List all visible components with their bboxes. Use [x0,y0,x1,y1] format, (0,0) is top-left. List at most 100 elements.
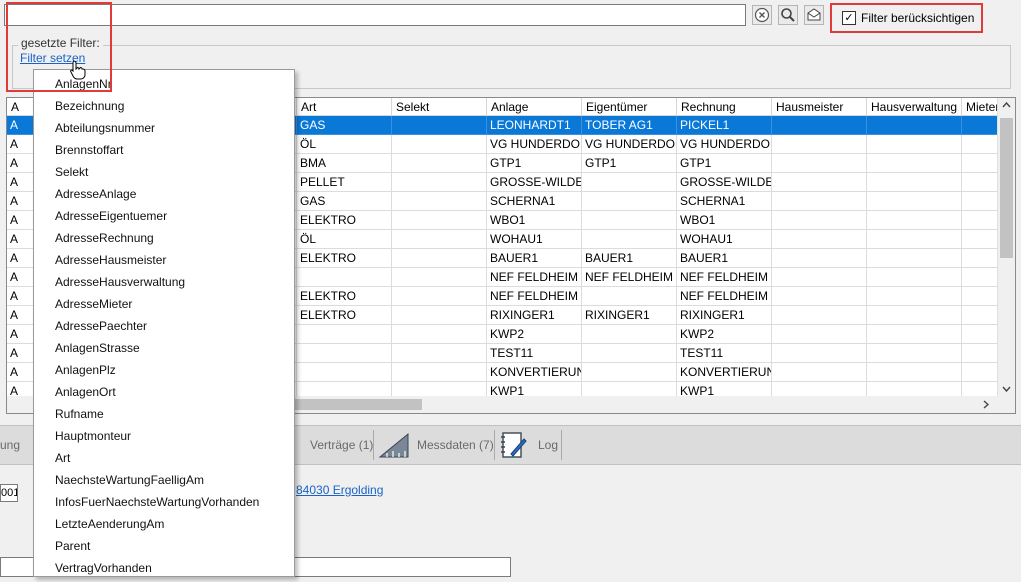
menu-item[interactable]: AdressePaechter [55,315,147,337]
table-cell-hausmeister[interactable] [772,363,867,382]
table-cell-anlage[interactable]: WBO1 [487,211,582,230]
menu-item[interactable]: InfosFuerNaechsteWartungVorhanden [55,491,259,513]
table-cell-eigentuemer[interactable]: VG HUNDERDOR [582,135,677,154]
scroll-up-icon[interactable] [1002,102,1011,108]
tab-log[interactable]: Log [538,432,558,458]
address-link[interactable]: 84030 Ergolding [296,483,383,497]
table-cell-rechnung[interactable]: GTP1 [677,154,772,173]
table-cell-anlage[interactable]: RIXINGER1 [487,306,582,325]
table-cell-art[interactable]: GAS [297,192,392,211]
table-cell-mieter[interactable] [962,249,1002,268]
table-cell-anlage[interactable]: TEST11 [487,344,582,363]
table-cell-hausverwaltung[interactable] [867,287,962,306]
table-cell-anlage[interactable]: BAUER1 [487,249,582,268]
table-cell-hausmeister[interactable] [772,306,867,325]
table-cell-selekt[interactable] [392,230,487,249]
menu-item[interactable]: Selekt [55,161,88,183]
table-cell-anlage[interactable]: NEF FELDHEIM E [487,268,582,287]
table-cell-rechnung[interactable]: WBO1 [677,211,772,230]
table-cell-mieter[interactable] [962,230,1002,249]
table-cell-rechnung[interactable]: BAUER1 [677,249,772,268]
table-cell-hausmeister[interactable] [772,230,867,249]
table-cell-hausmeister[interactable] [772,344,867,363]
table-cell-anlage[interactable]: KONVERTIERUNG [487,363,582,382]
table-cell-anlage[interactable]: LEONHARDT1 [487,116,582,135]
table-cell-anlage[interactable]: SCHERNA1 [487,192,582,211]
table-cell-hausverwaltung[interactable] [867,154,962,173]
table-cell-hausverwaltung[interactable] [867,135,962,154]
table-cell-art[interactable]: ELEKTRO [297,211,392,230]
menu-item[interactable]: AdresseAnlage [55,183,136,205]
column-header-hausverwaltung[interactable]: Hausverwaltung [867,98,962,116]
table-cell-art[interactable] [297,344,392,363]
menu-item[interactable]: AnlagenOrt [55,381,116,403]
table-cell-mieter[interactable] [962,211,1002,230]
mail-search-button[interactable] [804,5,824,25]
table-cell-art[interactable]: PELLET [297,173,392,192]
table-cell-eigentuemer[interactable]: RIXINGER1 [582,306,677,325]
table-cell-hausmeister[interactable] [772,116,867,135]
table-cell-rechnung[interactable]: KONVERTIERUNG [677,363,772,382]
table-cell-eigentuemer[interactable] [582,230,677,249]
table-cell-selekt[interactable] [392,306,487,325]
menu-item[interactable]: AdresseRechnung [55,227,154,249]
tab-partial[interactable]: ung [0,432,20,458]
menu-item[interactable]: Brennstoffart [55,139,123,161]
filter-toggle[interactable]: ✓ Filter berücksichtigen [830,3,983,33]
table-cell-rechnung[interactable]: NEF FELDHEIM E [677,268,772,287]
table-cell-hausmeister[interactable] [772,154,867,173]
table-cell-mieter[interactable] [962,363,1002,382]
menu-item[interactable]: Parent [55,535,90,557]
table-cell-selekt[interactable] [392,287,487,306]
menu-item[interactable]: Hauptmonteur [55,425,131,447]
table-cell-hausverwaltung[interactable] [867,249,962,268]
table-cell-selekt[interactable] [392,211,487,230]
table-cell-hausmeister[interactable] [772,249,867,268]
table-cell-rechnung[interactable]: PICKEL1 [677,116,772,135]
search-button[interactable] [778,5,798,25]
vertical-scrollbar[interactable] [997,98,1015,397]
table-cell-hausmeister[interactable] [772,287,867,306]
table-cell-anlage[interactable]: WOHAU1 [487,230,582,249]
table-cell-eigentuemer[interactable] [582,173,677,192]
table-cell-art[interactable] [297,363,392,382]
table-cell-anlage[interactable]: VG HUNDERDOR [487,135,582,154]
tab-vertraege[interactable]: Verträge (1) [310,432,373,458]
table-cell-mieter[interactable] [962,306,1002,325]
menu-item[interactable]: Rufname [55,403,104,425]
table-cell-hausverwaltung[interactable] [867,325,962,344]
table-cell-eigentuemer[interactable]: TOBER AG1 [582,116,677,135]
scroll-down-icon[interactable] [1002,386,1011,392]
table-cell-hausverwaltung[interactable] [867,344,962,363]
table-cell-selekt[interactable] [392,173,487,192]
column-header-anlage[interactable]: Anlage [487,98,582,116]
menu-item[interactable]: Art [55,447,70,469]
search-input[interactable] [4,4,746,26]
menu-item[interactable]: Bezeichnung [55,95,124,117]
table-cell-rechnung[interactable]: WOHAU1 [677,230,772,249]
table-cell-selekt[interactable] [392,249,487,268]
table-cell-art[interactable]: ELEKTRO [297,287,392,306]
table-cell-mieter[interactable] [962,344,1002,363]
table-cell-hausverwaltung[interactable] [867,268,962,287]
menu-item[interactable]: AdresseHausverwaltung [55,271,185,293]
table-cell-anlage[interactable]: NEF FELDHEIM E [487,287,582,306]
table-cell-rechnung[interactable]: RIXINGER1 [677,306,772,325]
table-cell-art[interactable]: ÖL [297,135,392,154]
table-cell-rechnung[interactable]: VG HUNDERDOR [677,135,772,154]
table-cell-selekt[interactable] [392,116,487,135]
table-cell-rechnung[interactable]: KWP2 [677,325,772,344]
table-cell-hausmeister[interactable] [772,135,867,154]
table-cell-art[interactable]: ELEKTRO [297,306,392,325]
table-cell-art[interactable]: BMA [297,154,392,173]
table-cell-eigentuemer[interactable]: GTP1 [582,154,677,173]
table-cell-art[interactable]: GAS [297,116,392,135]
table-cell-hausmeister[interactable] [772,325,867,344]
table-cell-hausverwaltung[interactable] [867,116,962,135]
table-cell-selekt[interactable] [392,268,487,287]
table-cell-selekt[interactable] [392,135,487,154]
table-cell-anlage[interactable]: KWP2 [487,325,582,344]
table-cell-mieter[interactable] [962,287,1002,306]
table-cell-eigentuemer[interactable] [582,363,677,382]
table-cell-mieter[interactable] [962,325,1002,344]
